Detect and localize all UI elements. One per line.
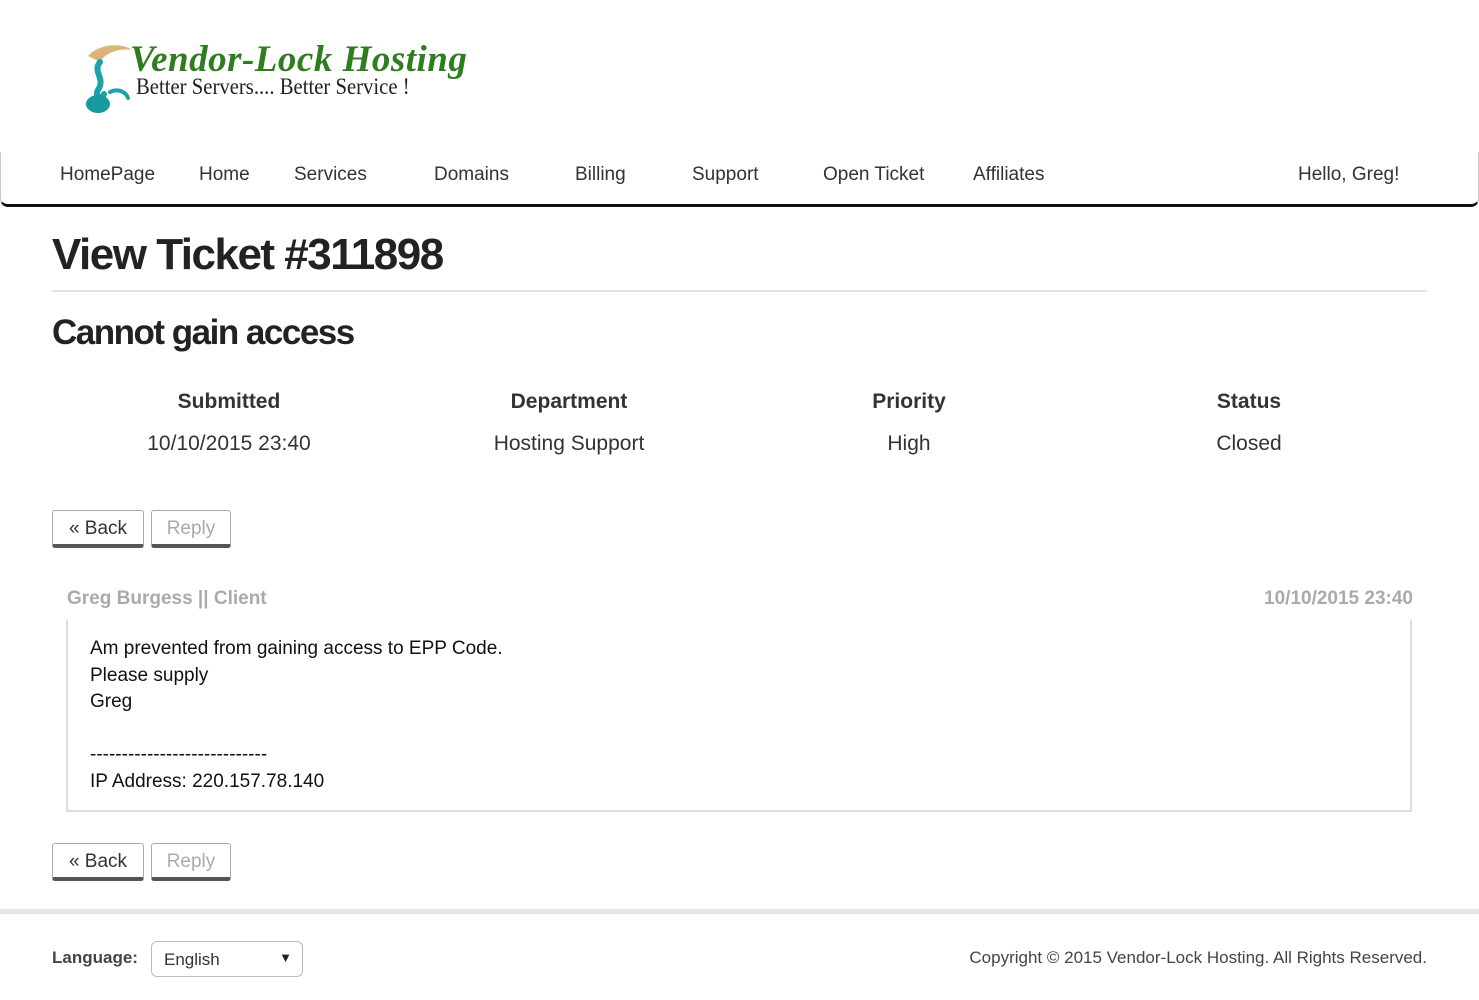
back-button-bottom[interactable]: « Back — [52, 843, 144, 881]
message-line: IP Address: 220.157.78.140 — [90, 770, 325, 792]
logo-mark-icon — [86, 45, 132, 113]
back-button[interactable]: « Back — [52, 510, 144, 548]
meta-label: Status — [1216, 390, 1282, 413]
message-header: Greg Burgess || Client 10/10/2015 23:40 — [67, 588, 1413, 614]
brand-tagline: Better Servers.... Better Service ! — [136, 74, 410, 99]
language-selected-value: English — [164, 950, 220, 969]
message-line: Am prevented from gaining access to EPP … — [90, 638, 503, 659]
meta-label: Department — [510, 390, 628, 413]
meta-department: Department Hosting Support — [399, 390, 739, 456]
nav-item-billing[interactable]: Billing — [575, 164, 626, 186]
message-line: Please supply — [90, 664, 209, 686]
message-line — [90, 716, 1388, 743]
message-line: Greg — [90, 691, 133, 712]
reply-button-bottom[interactable]: Reply — [151, 843, 231, 881]
page-title: View Ticket #311898 — [52, 230, 444, 279]
meta-priority: Priority High — [739, 390, 1079, 456]
meta-label: Submitted — [177, 390, 281, 413]
brand-logo[interactable]: Vendor-Lock Hosting Better Servers.... B… — [82, 38, 467, 118]
main-nav: HomePage Home Services Domains Billing S… — [0, 152, 1479, 207]
message-date: 10/10/2015 23:40 — [1264, 588, 1413, 609]
nav-item-home[interactable]: Home — [199, 164, 250, 186]
copyright-text: Copyright © 2015 Vendor-Lock Hosting. Al… — [969, 948, 1427, 967]
meta-value: 10/10/2015 23:40 — [147, 432, 311, 455]
triangle-down-icon: ▼ — [279, 950, 292, 965]
nav-item-domains[interactable]: Domains — [434, 164, 509, 186]
language-label: Language: — [52, 948, 138, 967]
nav-item-homepage[interactable]: HomePage — [60, 164, 155, 186]
user-greeting-menu[interactable]: Hello, Greg! — [1298, 164, 1399, 186]
meta-label: Priority — [872, 390, 946, 413]
meta-value: High — [887, 432, 931, 455]
nav-item-affiliates[interactable]: Affiliates — [973, 164, 1044, 186]
nav-item-support[interactable]: Support — [692, 164, 759, 186]
ticket-subject: Cannot gain access — [52, 313, 355, 352]
message-body: Am prevented from gaining access to EPP … — [66, 620, 1412, 812]
nav-item-open-ticket[interactable]: Open Ticket — [823, 164, 924, 186]
footer-divider — [0, 909, 1479, 914]
meta-value: Closed — [1216, 432, 1282, 455]
message-author: Greg Burgess || Client — [67, 588, 267, 609]
meta-status: Status Closed — [1079, 390, 1419, 456]
language-select[interactable]: English ▼ — [151, 941, 303, 977]
message-line: ---------------------------- — [90, 744, 268, 765]
title-divider — [52, 290, 1427, 292]
reply-button[interactable]: Reply — [151, 510, 231, 548]
meta-submitted: Submitted 10/10/2015 23:40 — [59, 390, 399, 456]
meta-value: Hosting Support — [493, 432, 645, 455]
nav-item-services[interactable]: Services — [294, 164, 367, 186]
